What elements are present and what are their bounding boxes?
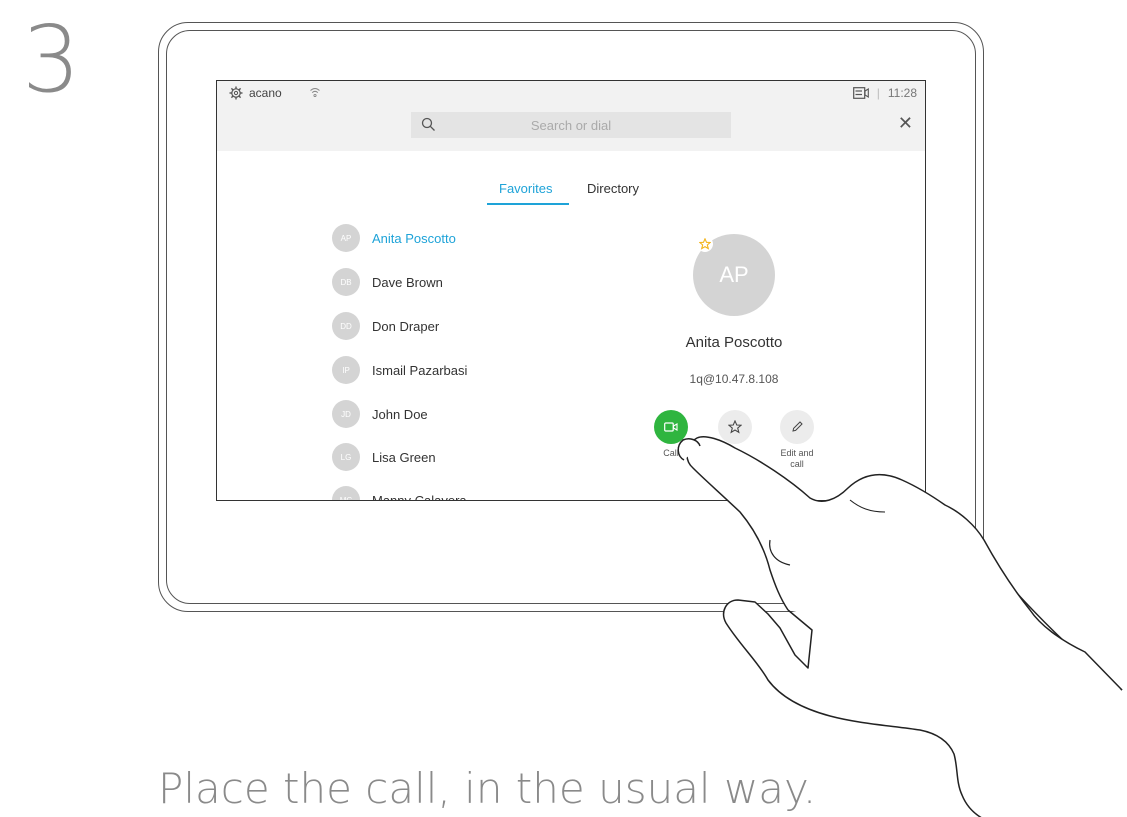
instruction-caption: Place the call, in the usual way. — [158, 764, 817, 813]
pointing-hand-illustration — [677, 436, 1123, 817]
